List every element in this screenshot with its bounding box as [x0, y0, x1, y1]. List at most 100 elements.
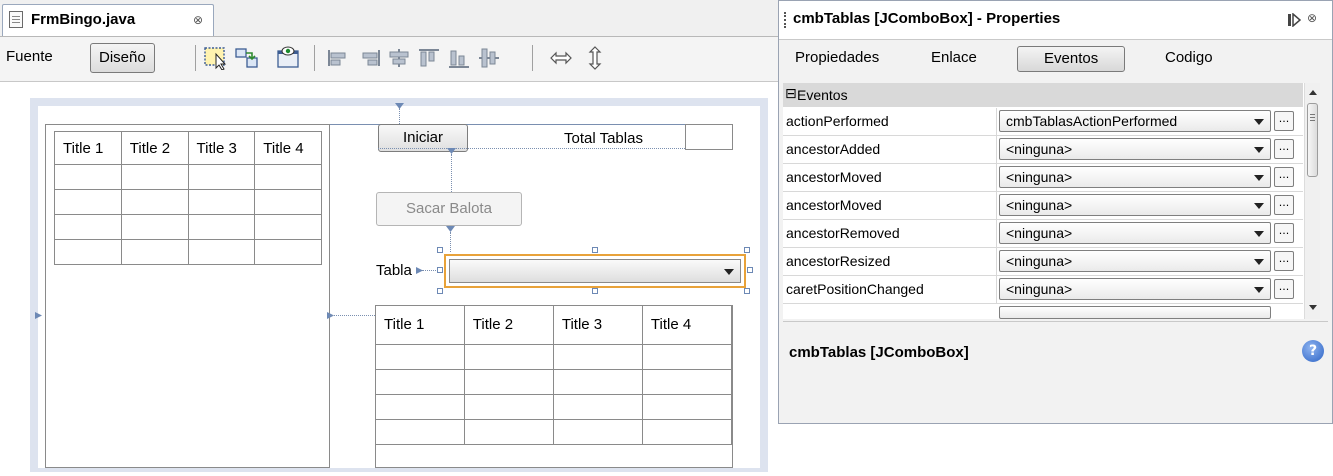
resize-handle[interactable] — [437, 267, 443, 273]
resize-handle[interactable] — [592, 247, 598, 253]
event-handler-combobox[interactable]: <ninguna> — [999, 222, 1271, 244]
drag-grip-icon[interactable] — [784, 12, 788, 28]
table-row[interactable] — [376, 418, 733, 445]
table-header-cell[interactable]: Title 2 — [120, 131, 189, 165]
property-name: actionPerformed — [786, 113, 889, 129]
resize-handle[interactable] — [437, 288, 443, 294]
properties-panel: cmbTablas [JComboBox] - Properties ⊗ Pro… — [778, 0, 1333, 424]
help-icon[interactable]: ? — [1302, 340, 1324, 362]
properties-title: cmbTablas [JComboBox] - Properties — [793, 10, 1061, 27]
cmbtablas-combobox[interactable] — [449, 259, 741, 283]
table-header-cell[interactable]: Title 3 — [187, 131, 256, 165]
chevron-down-icon[interactable] — [1254, 175, 1264, 181]
minimize-window-icon[interactable] — [1287, 13, 1301, 27]
property-value: cmbTablasActionPerformed — [1006, 113, 1178, 129]
ellipsis-button[interactable]: ... — [1274, 195, 1294, 215]
chevron-down-icon[interactable] — [1254, 119, 1264, 125]
design-view-button[interactable]: Diseño — [90, 43, 155, 73]
right-table-scrollpane[interactable]: Title 1 Title 2 Title 3 Title 4 — [375, 305, 733, 468]
ellipsis-button[interactable]: ... — [1274, 167, 1294, 187]
table-row[interactable] — [376, 368, 733, 395]
chevron-down-icon[interactable] — [1254, 287, 1264, 293]
scroll-down-icon[interactable] — [1309, 305, 1317, 310]
property-row[interactable]: actionPerformed cmbTablasActionPerformed… — [783, 108, 1303, 136]
ellipsis-button[interactable]: ... — [1274, 223, 1294, 243]
scrollbar-thumb[interactable] — [1307, 103, 1318, 177]
left-table-scrollpane[interactable]: Title 1 Title 2 Title 3 Title 4 — [45, 124, 330, 468]
event-handler-combobox[interactable]: cmbTablasActionPerformed — [999, 110, 1271, 132]
form-editor: FrmBingo.java ⊗ Fuente Diseño Title 1 Ti… — [0, 0, 778, 476]
table-row[interactable] — [54, 189, 322, 215]
tab-eventos[interactable]: Eventos — [1017, 46, 1126, 72]
tab-enlace[interactable]: Enlace — [931, 49, 977, 66]
property-value: <ninguna> — [1006, 197, 1073, 213]
event-handler-combobox[interactable]: <ninguna> — [999, 166, 1271, 188]
right-table[interactable]: Title 1 Title 2 Title 3 Title 4 — [376, 306, 733, 445]
resize-handle[interactable] — [747, 267, 753, 273]
property-name: ancestorMoved — [786, 169, 882, 185]
vertical-resize-icon[interactable] — [582, 46, 608, 70]
chevron-down-icon[interactable] — [724, 269, 734, 275]
table-header-cell[interactable]: Title 4 — [254, 131, 322, 165]
table-header-cell[interactable]: Title 3 — [552, 306, 643, 345]
horizontal-resize-icon[interactable] — [548, 46, 574, 70]
property-row[interactable]: ancestorMoved <ninguna> ... — [783, 164, 1303, 192]
tab-codigo[interactable]: Codigo — [1165, 49, 1213, 66]
align-left-icon[interactable] — [326, 46, 352, 70]
property-row[interactable]: caretPositionChanged <ninguna> ... — [783, 276, 1303, 304]
tab-propiedades[interactable]: Propiedades — [795, 49, 879, 66]
sacar-balota-button[interactable]: Sacar Balota — [376, 192, 522, 226]
chevron-down-icon[interactable] — [1254, 203, 1264, 209]
center-horizontally-icon[interactable] — [386, 46, 412, 70]
cmbtablas-combobox-selection[interactable] — [444, 254, 746, 288]
ellipsis-button[interactable]: ... — [1274, 251, 1294, 271]
collapse-icon[interactable]: ⊟ — [785, 86, 797, 102]
left-table[interactable]: Title 1 Title 2 Title 3 Title 4 — [54, 131, 322, 265]
resize-handle[interactable] — [437, 247, 443, 253]
chevron-down-icon[interactable] — [1254, 147, 1264, 153]
preview-design-icon[interactable] — [276, 46, 302, 70]
align-bottom-icon[interactable] — [446, 46, 472, 70]
table-row[interactable] — [54, 239, 322, 265]
file-tab[interactable]: FrmBingo.java ⊗ — [2, 4, 214, 36]
chevron-down-icon[interactable] — [1254, 259, 1264, 265]
table-header-cell[interactable]: Title 2 — [463, 306, 554, 345]
close-window-icon[interactable]: ⊗ — [1307, 11, 1317, 25]
properties-tabs: Propiedades Enlace Eventos Codigo — [779, 40, 1332, 78]
selection-mode-icon[interactable] — [204, 46, 230, 70]
event-handler-combobox[interactable]: <ninguna> — [999, 278, 1271, 300]
ellipsis-button[interactable]: ... — [1274, 279, 1294, 299]
property-row[interactable]: ancestorResized <ninguna> ... — [783, 248, 1303, 276]
table-row[interactable] — [376, 393, 733, 420]
layout-guide — [450, 232, 451, 252]
property-row-partial — [783, 304, 1303, 319]
category-header-eventos[interactable]: ⊟ Eventos — [783, 83, 1303, 107]
scroll-up-icon[interactable] — [1309, 90, 1317, 95]
ellipsis-button[interactable]: ... — [1274, 111, 1294, 131]
resize-handle[interactable] — [744, 247, 750, 253]
event-handler-combobox[interactable]: <ninguna> — [999, 194, 1271, 216]
connection-mode-icon[interactable] — [234, 46, 260, 70]
property-row[interactable]: ancestorRemoved <ninguna> ... — [783, 220, 1303, 248]
table-row[interactable] — [54, 214, 322, 240]
property-row[interactable]: ancestorMoved <ninguna> ... — [783, 192, 1303, 220]
table-row[interactable] — [376, 343, 733, 370]
table-header-cell[interactable]: Title 4 — [641, 306, 733, 345]
source-view-button[interactable]: Fuente — [6, 48, 53, 65]
table-header-cell[interactable]: Title 1 — [54, 131, 122, 165]
property-sheet-scrollbar[interactable] — [1304, 83, 1320, 319]
align-top-icon[interactable] — [416, 46, 442, 70]
resize-handle[interactable] — [744, 288, 750, 294]
event-handler-combobox[interactable]: <ninguna> — [999, 250, 1271, 272]
center-vertically-icon[interactable] — [476, 46, 502, 70]
table-row[interactable] — [54, 164, 322, 190]
resize-handle[interactable] — [592, 288, 598, 294]
total-tablas-field[interactable] — [685, 124, 733, 150]
ellipsis-button[interactable]: ... — [1274, 139, 1294, 159]
align-right-icon[interactable] — [356, 46, 382, 70]
chevron-down-icon[interactable] — [1254, 231, 1264, 237]
property-row[interactable]: ancestorAdded <ninguna> ... — [783, 136, 1303, 164]
close-tab-icon[interactable]: ⊗ — [193, 13, 203, 27]
event-handler-combobox[interactable]: <ninguna> — [999, 138, 1271, 160]
table-header-cell[interactable]: Title 1 — [376, 306, 465, 345]
